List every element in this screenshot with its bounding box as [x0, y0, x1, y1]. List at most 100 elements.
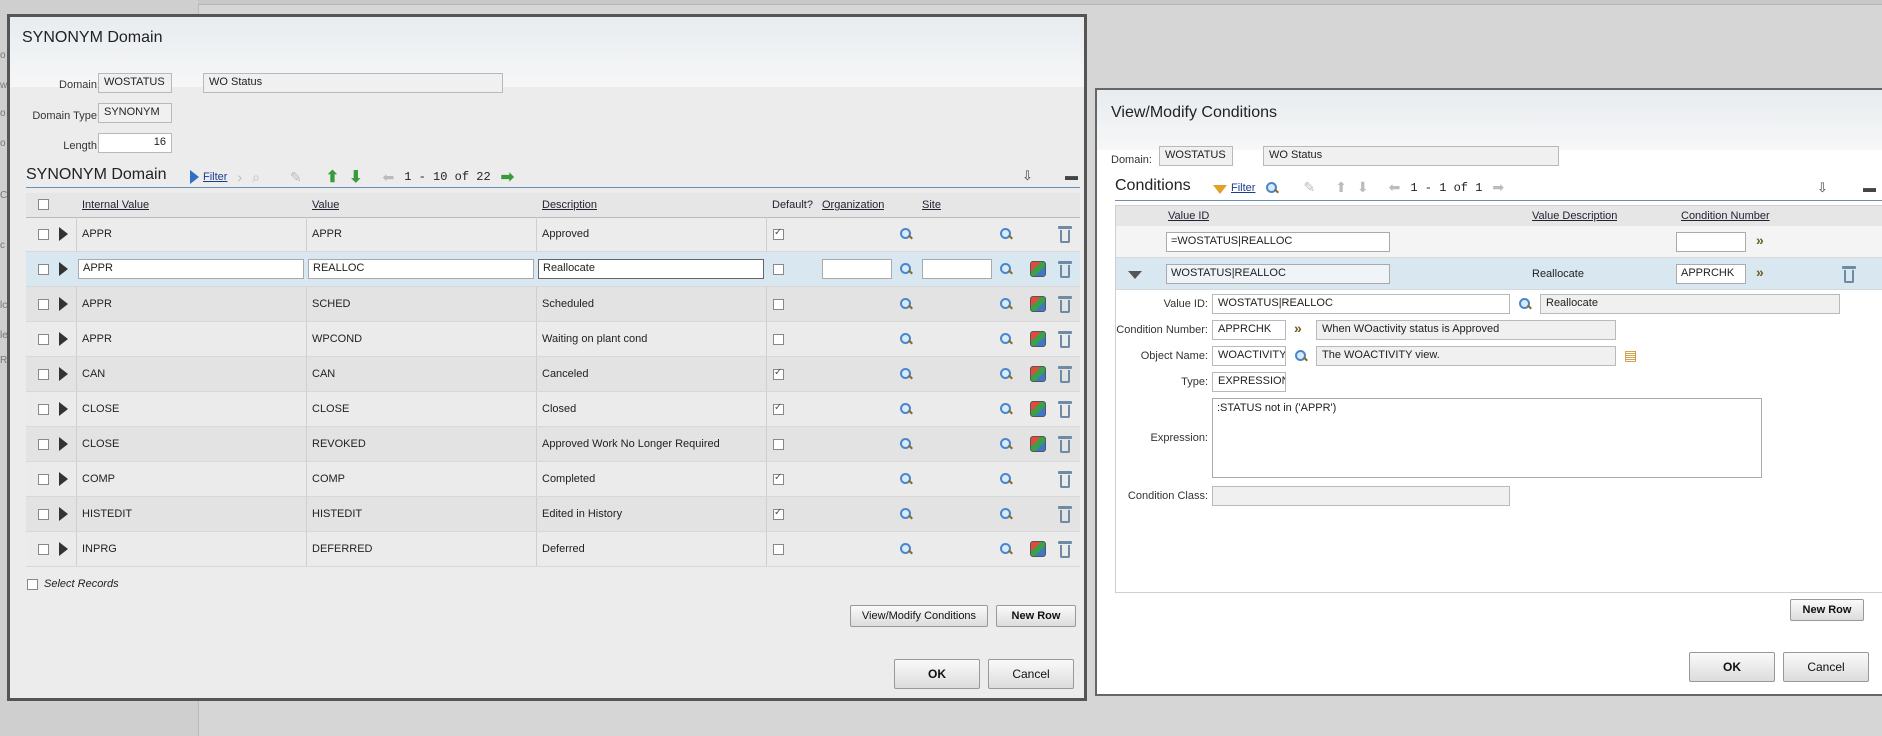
row-expand-icon[interactable] — [59, 507, 68, 521]
delete-row-icon[interactable] — [1058, 225, 1072, 243]
condition-class-field[interactable] — [1212, 486, 1510, 506]
row-expand-icon[interactable] — [59, 332, 68, 346]
organization-search-icon[interactable] — [899, 402, 913, 416]
conditions-icon[interactable] — [1030, 366, 1046, 382]
row-expand-icon[interactable] — [59, 472, 68, 486]
select-records-checkbox[interactable] — [27, 579, 38, 590]
organization-search-icon[interactable] — [899, 472, 913, 486]
delete-row-icon[interactable] — [1058, 330, 1072, 348]
value-id-search-icon[interactable] — [1518, 297, 1532, 311]
default-checkbox[interactable] — [773, 334, 784, 345]
row-expand-icon[interactable] — [59, 262, 68, 276]
cancel-button[interactable]: Cancel — [988, 659, 1074, 689]
delete-row-icon[interactable] — [1058, 400, 1072, 418]
conditions-icon[interactable] — [1030, 436, 1046, 452]
conditions-icon[interactable] — [1030, 261, 1046, 277]
table-row[interactable]: APPR WPCOND Waiting on plant cond — [26, 322, 1080, 357]
internal-value-input[interactable]: APPR — [78, 259, 304, 279]
type-field[interactable]: EXPRESSION — [1212, 372, 1286, 392]
minimize-icon[interactable]: ▬ — [1863, 180, 1876, 195]
delete-row-icon[interactable] — [1058, 435, 1072, 453]
delete-row-icon[interactable] — [1058, 365, 1072, 383]
search-icon[interactable] — [1265, 181, 1279, 195]
row-checkbox[interactable] — [38, 544, 49, 555]
col-value-id[interactable]: Value ID — [1168, 206, 1209, 226]
conditions-icon[interactable] — [1030, 331, 1046, 347]
organization-search-icon[interactable] — [899, 542, 913, 556]
value-id-input[interactable]: WOSTATUS|REALLOC — [1166, 264, 1390, 284]
row-checkbox[interactable] — [38, 369, 49, 380]
filter-expand-icon[interactable] — [190, 170, 199, 184]
table-row[interactable]: INPRG DEFERRED Deferred — [26, 532, 1080, 567]
row-expand-icon[interactable] — [59, 542, 68, 556]
filter-link[interactable]: Filter — [203, 171, 227, 183]
row-checkbox[interactable] — [38, 404, 49, 415]
table-row[interactable]: APPR SCHED Scheduled — [26, 287, 1080, 322]
organization-input[interactable] — [822, 259, 892, 279]
conditions-icon[interactable] — [1030, 296, 1046, 312]
delete-row-icon[interactable] — [1842, 265, 1856, 283]
organization-search-icon[interactable] — [899, 227, 913, 241]
condition-number-detail-field[interactable]: APPRCHK — [1212, 320, 1286, 340]
default-checkbox[interactable] — [773, 439, 784, 450]
site-search-icon[interactable] — [999, 297, 1013, 311]
ok-button[interactable]: OK — [1689, 652, 1775, 682]
expression-textarea[interactable]: :STATUS not in ('APPR') — [1212, 398, 1762, 478]
col-site[interactable]: Site — [922, 193, 941, 217]
select-all-checkbox[interactable] — [38, 199, 49, 210]
row-checkbox[interactable] — [38, 229, 49, 240]
delete-row-icon[interactable] — [1058, 470, 1072, 488]
new-row-button[interactable]: New Row — [996, 605, 1076, 627]
description-input[interactable]: Reallocate — [538, 259, 764, 279]
row-checkbox[interactable] — [38, 334, 49, 345]
delete-row-icon[interactable] — [1058, 505, 1072, 523]
table-row[interactable]: APPR REALLOC Reallocate — [26, 252, 1080, 287]
site-search-icon[interactable] — [999, 332, 1013, 346]
default-checkbox[interactable] — [773, 227, 784, 240]
organization-search-icon[interactable] — [899, 437, 913, 451]
row-expand-icon[interactable] — [59, 367, 68, 381]
ok-button[interactable]: OK — [894, 659, 980, 689]
site-input[interactable] — [922, 259, 992, 279]
download-icon[interactable]: ⇩ — [1817, 180, 1828, 196]
col-value[interactable]: Value — [312, 193, 339, 217]
col-value-description[interactable]: Value Description — [1532, 206, 1617, 226]
minimize-icon[interactable]: ▬ — [1065, 168, 1078, 183]
value-id-filter-input[interactable]: =WOSTATUS|REALLOC — [1166, 232, 1390, 252]
table-row[interactable]: CAN CAN Canceled — [26, 357, 1080, 392]
condition-number-input[interactable]: APPRCHK — [1676, 264, 1746, 284]
object-detail-icon[interactable]: ▤ — [1624, 347, 1637, 364]
site-search-icon[interactable] — [999, 227, 1013, 241]
table-row[interactable]: APPR APPR Approved — [26, 217, 1080, 252]
new-row-button[interactable]: New Row — [1790, 599, 1864, 621]
row-checkbox[interactable] — [38, 264, 49, 275]
table-row[interactable]: COMP COMP Completed — [26, 462, 1080, 497]
value-id-detail-field[interactable]: WOSTATUS|REALLOC — [1212, 294, 1510, 314]
col-internal-value[interactable]: Internal Value — [82, 193, 149, 217]
site-search-icon[interactable] — [999, 367, 1013, 381]
domain-field[interactable]: WOSTATUS — [98, 73, 172, 93]
arrow-down-icon[interactable]: ⬇ — [349, 167, 362, 187]
row-checkbox[interactable] — [38, 439, 49, 450]
site-search-icon[interactable] — [999, 507, 1013, 521]
row-checkbox[interactable] — [38, 299, 49, 310]
default-checkbox[interactable] — [773, 299, 784, 310]
site-search-icon[interactable] — [999, 437, 1013, 451]
object-name-field[interactable]: WOACTIVITY — [1212, 346, 1286, 366]
double-chevron-icon[interactable]: » — [1756, 264, 1764, 280]
organization-search-icon[interactable] — [899, 332, 913, 346]
site-search-icon[interactable] — [999, 542, 1013, 556]
organization-search-icon[interactable] — [899, 262, 913, 276]
table-row[interactable]: CLOSE REVOKED Approved Work No Longer Re… — [26, 427, 1080, 462]
row-collapse-icon[interactable] — [1128, 271, 1142, 279]
delete-row-icon[interactable] — [1058, 540, 1072, 558]
default-checkbox[interactable] — [773, 472, 784, 485]
cancel-button[interactable]: Cancel — [1783, 652, 1869, 682]
row-expand-icon[interactable] — [59, 402, 68, 416]
conditions-icon[interactable] — [1030, 401, 1046, 417]
row-expand-icon[interactable] — [59, 297, 68, 311]
organization-search-icon[interactable] — [899, 367, 913, 381]
conditions-row[interactable]: WOSTATUS|REALLOC Reallocate APPRCHK » — [1116, 258, 1882, 290]
default-checkbox[interactable] — [773, 507, 784, 520]
site-search-icon[interactable] — [999, 472, 1013, 486]
